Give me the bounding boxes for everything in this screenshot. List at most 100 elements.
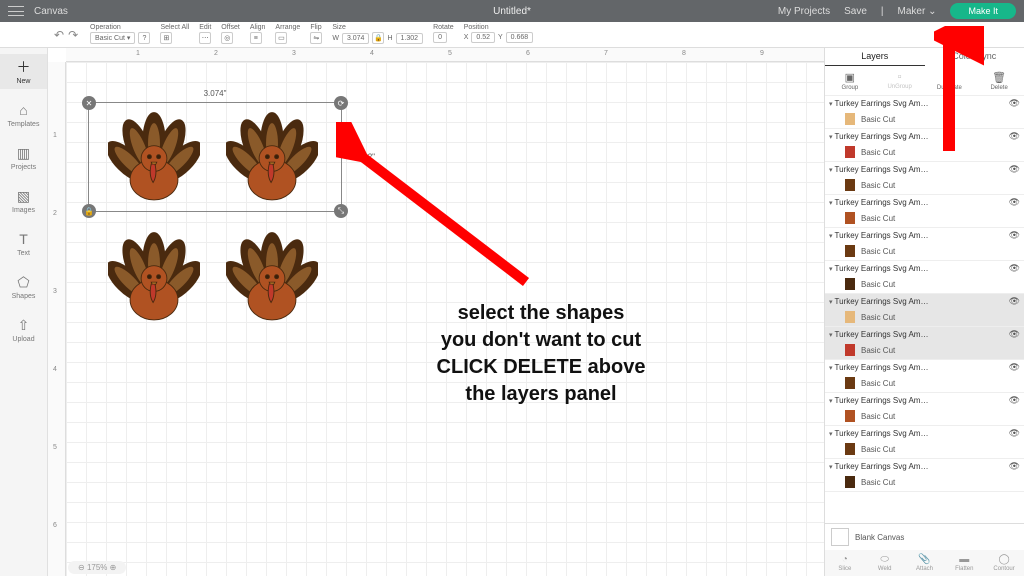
layer-sublayer[interactable]: Basic Cut: [825, 408, 1024, 425]
visibility-icon[interactable]: 👁: [1009, 362, 1020, 373]
hamburger-icon[interactable]: [8, 4, 24, 18]
layer-sublayer[interactable]: Basic Cut: [825, 111, 1024, 128]
layer-item[interactable]: ▾Turkey Earrings Svg Am…👁Basic Cut: [825, 96, 1024, 129]
tool-shapes[interactable]: ⬠Shapes: [0, 269, 47, 304]
info-icon[interactable]: ?: [138, 32, 150, 44]
turkey-shape[interactable]: [226, 110, 318, 208]
lock-aspect-icon[interactable]: 🔒: [372, 32, 384, 44]
canvas-area[interactable]: 12345678910 12345678910 ✕ ⟳ 🔒 ⤡ 3.074" 1…: [48, 48, 824, 576]
visibility-icon[interactable]: 👁: [1009, 395, 1020, 406]
turkey-shape[interactable]: [108, 110, 200, 208]
delete-handle-icon[interactable]: ✕: [82, 96, 96, 110]
rotate-input[interactable]: 0: [433, 32, 447, 43]
layer-sublayer[interactable]: Basic Cut: [825, 177, 1024, 194]
visibility-icon[interactable]: 👁: [1009, 263, 1020, 274]
layer-sublayer[interactable]: Basic Cut: [825, 309, 1024, 326]
edit-button[interactable]: ⋯: [199, 32, 211, 44]
tool-images[interactable]: ▧Images: [0, 183, 47, 218]
layer-sublayer[interactable]: Basic Cut: [825, 144, 1024, 161]
layer-item[interactable]: ▾Turkey Earrings Svg Am…👁Basic Cut: [825, 294, 1024, 327]
flatten-button[interactable]: ▬Flatten: [944, 550, 984, 576]
layer-item[interactable]: ▾Turkey Earrings Svg Am…👁Basic Cut: [825, 162, 1024, 195]
turkey-shape[interactable]: [226, 230, 318, 328]
machine-selector[interactable]: Maker ⌄: [898, 6, 937, 17]
turkey-shape[interactable]: [108, 230, 200, 328]
layer-item[interactable]: ▾Turkey Earrings Svg Am…👁Basic Cut: [825, 459, 1024, 492]
layer-sublayer[interactable]: Basic Cut: [825, 375, 1024, 392]
tool-new[interactable]: ＋New: [0, 54, 47, 89]
rotate-handle-icon[interactable]: ⟳: [334, 96, 348, 110]
undo-button[interactable]: ↶: [54, 28, 64, 42]
visibility-icon[interactable]: 👁: [1009, 329, 1020, 340]
tab-layers[interactable]: Layers: [825, 48, 925, 66]
offset-button[interactable]: ◎: [221, 32, 233, 44]
layer-sublayer[interactable]: Basic Cut: [825, 342, 1024, 359]
layer-sublayer[interactable]: Basic Cut: [825, 276, 1024, 293]
group-button[interactable]: ▣Group: [825, 66, 875, 95]
select-all-button[interactable]: ⊞: [160, 32, 172, 44]
pos-y-input[interactable]: 0.668: [506, 32, 534, 43]
chevron-down-icon[interactable]: ▾: [829, 397, 833, 405]
layer-item[interactable]: ▾Turkey Earrings Svg Am…👁Basic Cut: [825, 426, 1024, 459]
visibility-icon[interactable]: 👁: [1009, 197, 1020, 208]
visibility-icon[interactable]: 👁: [1009, 131, 1020, 142]
visibility-icon[interactable]: 👁: [1009, 164, 1020, 175]
delete-button[interactable]: 🗑Delete: [974, 66, 1024, 95]
arrange-button[interactable]: ▭: [275, 32, 287, 44]
layer-item[interactable]: ▾Turkey Earrings Svg Am…👁Basic Cut: [825, 327, 1024, 360]
height-input[interactable]: 1.302: [396, 33, 424, 44]
tool-templates[interactable]: ⌂Templates: [0, 97, 47, 132]
redo-button[interactable]: ↷: [68, 28, 78, 42]
chevron-down-icon[interactable]: ▾: [829, 133, 833, 141]
layer-sublayer[interactable]: Basic Cut: [825, 243, 1024, 260]
layer-item[interactable]: ▾Turkey Earrings Svg Am…👁Basic Cut: [825, 228, 1024, 261]
flip-button[interactable]: ⇋: [310, 32, 322, 44]
blank-canvas-row[interactable]: Blank Canvas: [825, 524, 1024, 550]
chevron-down-icon[interactable]: ▾: [829, 199, 833, 207]
layer-sublayer[interactable]: Basic Cut: [825, 474, 1024, 491]
layer-sublayer[interactable]: Basic Cut: [825, 210, 1024, 227]
make-it-button[interactable]: Make It: [950, 3, 1016, 19]
layer-item[interactable]: ▾Turkey Earrings Svg Am…👁Basic Cut: [825, 393, 1024, 426]
chevron-down-icon[interactable]: ▾: [829, 364, 833, 372]
align-button[interactable]: ≡: [250, 32, 262, 44]
layer-sublayer[interactable]: Basic Cut: [825, 441, 1024, 458]
my-projects-link[interactable]: My Projects: [778, 6, 830, 17]
tool-text[interactable]: TText: [0, 226, 47, 261]
tab-color-sync[interactable]: Color Sync: [925, 48, 1024, 66]
chevron-down-icon[interactable]: ▾: [829, 463, 833, 471]
chevron-down-icon[interactable]: ▾: [829, 100, 833, 108]
chevron-down-icon[interactable]: ▾: [829, 430, 833, 438]
chevron-down-icon[interactable]: ▾: [829, 298, 833, 306]
lock-handle-icon[interactable]: 🔒: [82, 204, 96, 218]
layer-item[interactable]: ▾Turkey Earrings Svg Am…👁Basic Cut: [825, 360, 1024, 393]
slice-button[interactable]: ◔Slice: [825, 550, 865, 576]
operation-select[interactable]: Basic Cut ▾: [90, 32, 135, 44]
weld-button[interactable]: ⬭Weld: [865, 550, 905, 576]
chevron-down-icon[interactable]: ▾: [829, 232, 833, 240]
save-link[interactable]: Save: [844, 6, 867, 17]
contour-button[interactable]: ◯Contour: [984, 550, 1024, 576]
pos-x-input[interactable]: 0.52: [471, 32, 495, 43]
layer-item[interactable]: ▾Turkey Earrings Svg Am…👁Basic Cut: [825, 195, 1024, 228]
attach-button[interactable]: 📎Attach: [905, 550, 945, 576]
canvas[interactable]: ✕ ⟳ 🔒 ⤡ 3.074" 1.302" select the shapes …: [66, 62, 824, 576]
width-input[interactable]: 3.074: [342, 33, 370, 44]
visibility-icon[interactable]: 👁: [1009, 230, 1020, 241]
duplicate-button[interactable]: ⧉Duplicate: [925, 66, 975, 95]
visibility-icon[interactable]: 👁: [1009, 461, 1020, 472]
layer-item[interactable]: ▾Turkey Earrings Svg Am…👁Basic Cut: [825, 261, 1024, 294]
tool-projects[interactable]: ▥Projects: [0, 140, 47, 175]
visibility-icon[interactable]: 👁: [1009, 428, 1020, 439]
visibility-icon[interactable]: 👁: [1009, 98, 1020, 109]
zoom-in-icon[interactable]: ⊕: [110, 563, 117, 572]
zoom-indicator[interactable]: ⊖ 175% ⊕: [68, 561, 126, 574]
chevron-down-icon[interactable]: ▾: [829, 331, 833, 339]
visibility-icon[interactable]: 👁: [1009, 296, 1020, 307]
layer-item[interactable]: ▾Turkey Earrings Svg Am…👁Basic Cut: [825, 129, 1024, 162]
zoom-out-icon[interactable]: ⊖: [78, 563, 85, 572]
chevron-down-icon[interactable]: ▾: [829, 166, 833, 174]
tool-upload[interactable]: ⇧Upload: [0, 312, 47, 347]
chevron-down-icon[interactable]: ▾: [829, 265, 833, 273]
resize-handle-icon[interactable]: ⤡: [334, 204, 348, 218]
